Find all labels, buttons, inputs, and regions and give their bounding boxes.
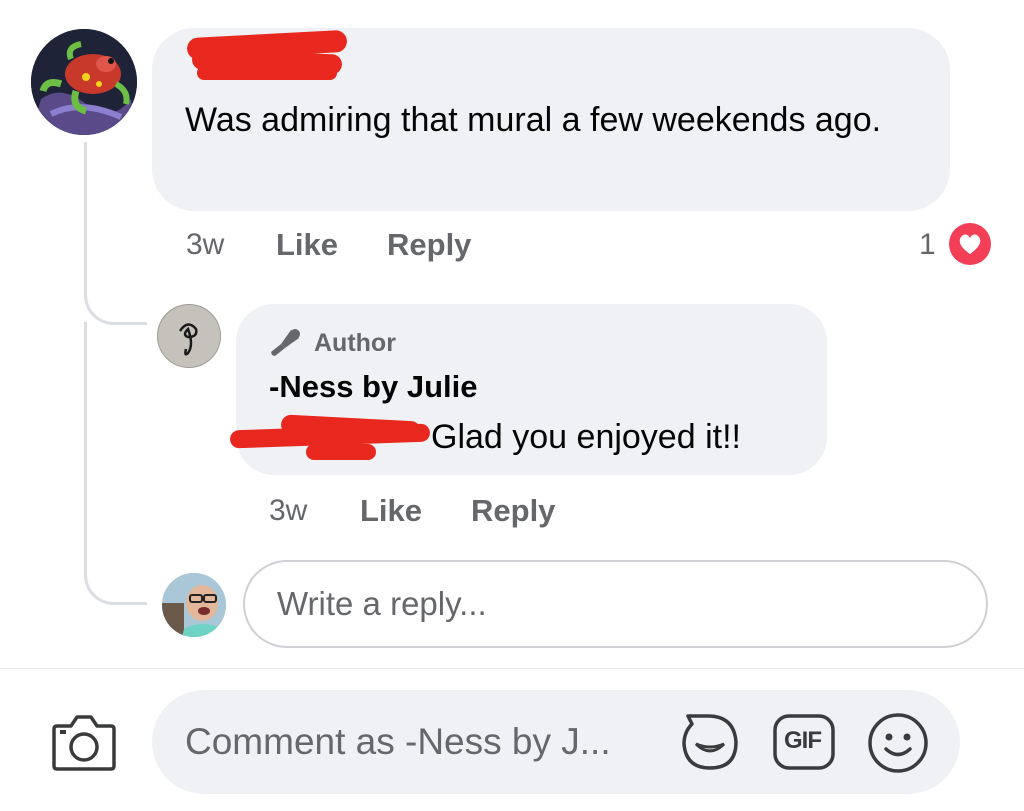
comment-input-placeholder: Comment as -Ness by J... xyxy=(185,721,611,762)
thread-connector xyxy=(84,322,147,605)
reply-timestamp: 3w xyxy=(269,494,308,527)
camera-icon[interactable] xyxy=(51,710,117,772)
heart-icon[interactable] xyxy=(948,222,992,266)
redacted-mention xyxy=(306,444,376,460)
reply-like-button[interactable]: Like xyxy=(360,493,422,529)
comment-text: Was admiring that mural a few weekends a… xyxy=(185,101,882,139)
reply-author-name[interactable]: -Ness by Julie xyxy=(269,369,477,405)
thread-connector xyxy=(84,142,147,325)
reply-reply-button[interactable]: Reply xyxy=(471,493,555,529)
reply-input-placeholder: Write a reply... xyxy=(277,585,487,622)
sticker-icon[interactable] xyxy=(678,710,742,774)
microphone-icon xyxy=(269,328,303,358)
reaction-count[interactable]: 1 xyxy=(919,228,936,262)
comment-timestamp: 3w xyxy=(186,228,225,261)
current-user-avatar[interactable] xyxy=(162,573,226,637)
reply-text: Glad you enjoyed it!! xyxy=(431,418,741,456)
redacted-author-name xyxy=(197,66,337,80)
comment-bubble[interactable]: Was admiring that mural a few weekends a… xyxy=(152,28,950,211)
reply-input[interactable]: Write a reply... xyxy=(243,560,988,648)
reply-bubble[interactable]: Author -Ness by Julie Glad you enjoyed i… xyxy=(229,304,827,475)
author-badge-label: Author xyxy=(314,329,396,357)
comment-like-button[interactable]: Like xyxy=(276,227,338,263)
gif-icon[interactable]: GIF xyxy=(773,714,835,770)
comment-input[interactable]: Comment as -Ness by J... xyxy=(152,690,960,794)
emoji-icon[interactable] xyxy=(867,712,929,774)
gif-label: GIF xyxy=(784,727,822,754)
reply-author-avatar[interactable] xyxy=(157,304,221,368)
comment-reply-button[interactable]: Reply xyxy=(387,227,471,263)
commenter-avatar[interactable] xyxy=(31,29,137,135)
